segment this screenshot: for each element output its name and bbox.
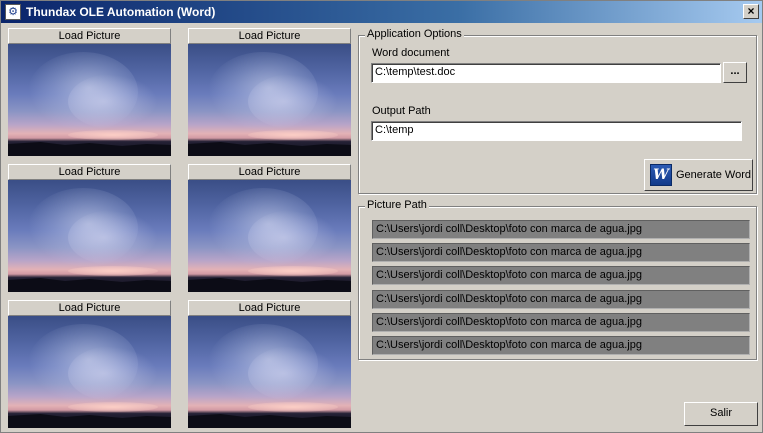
- window-title: Thundax OLE Automation (Word): [26, 5, 216, 19]
- picture-preview-6: [188, 316, 351, 428]
- thumbnail-4: Load Picture: [188, 164, 351, 292]
- load-picture-button-2[interactable]: Load Picture: [188, 28, 351, 44]
- thumbnail-2: Load Picture: [188, 28, 351, 156]
- load-picture-button-4[interactable]: Load Picture: [188, 164, 351, 180]
- output-path-label: Output Path: [372, 105, 431, 117]
- picture-path-field-2[interactable]: C:\Users\jordi coll\Desktop\foto con mar…: [372, 243, 750, 262]
- picture-path-field-3[interactable]: C:\Users\jordi coll\Desktop\foto con mar…: [372, 266, 750, 285]
- main-window: ⚙ Thundax OLE Automation (Word) × Load P…: [0, 0, 763, 433]
- load-picture-button-3[interactable]: Load Picture: [8, 164, 171, 180]
- picture-path-field-1[interactable]: C:\Users\jordi coll\Desktop\foto con mar…: [372, 220, 750, 239]
- generate-word-label: Generate Word: [676, 169, 752, 181]
- application-options-legend: Application Options: [365, 28, 464, 40]
- load-picture-button-6[interactable]: Load Picture: [188, 300, 351, 316]
- word-document-input[interactable]: C:\temp\test.doc: [371, 63, 721, 83]
- word-document-label: Word document: [372, 47, 450, 59]
- picture-path-field-6[interactable]: C:\Users\jordi coll\Desktop\foto con mar…: [372, 336, 750, 355]
- exit-button[interactable]: Salir: [684, 402, 758, 426]
- output-path-input[interactable]: C:\temp: [371, 121, 742, 141]
- load-picture-button-5[interactable]: Load Picture: [8, 300, 171, 316]
- thumbnail-3: Load Picture: [8, 164, 171, 292]
- picture-preview-5: [8, 316, 171, 428]
- load-picture-button-1[interactable]: Load Picture: [8, 28, 171, 44]
- title-bar[interactable]: ⚙ Thundax OLE Automation (Word) ×: [1, 1, 762, 23]
- generate-word-button[interactable]: W Generate Word: [644, 159, 753, 191]
- word-icon: W: [650, 164, 672, 186]
- picture-preview-4: [188, 180, 351, 292]
- picture-path-field-5[interactable]: C:\Users\jordi coll\Desktop\foto con mar…: [372, 313, 750, 332]
- picture-preview-3: [8, 180, 171, 292]
- thumbnail-6: Load Picture: [188, 300, 351, 428]
- close-icon: ×: [747, 4, 755, 18]
- browse-button[interactable]: ...: [723, 62, 747, 83]
- close-button[interactable]: ×: [743, 4, 759, 19]
- thumbnail-5: Load Picture: [8, 300, 171, 428]
- thumbnail-1: Load Picture: [8, 28, 171, 156]
- app-icon: ⚙: [5, 4, 21, 20]
- picture-path-field-4[interactable]: C:\Users\jordi coll\Desktop\foto con mar…: [372, 290, 750, 309]
- picture-path-legend: Picture Path: [365, 199, 429, 211]
- picture-preview-1: [8, 44, 171, 156]
- picture-preview-2: [188, 44, 351, 156]
